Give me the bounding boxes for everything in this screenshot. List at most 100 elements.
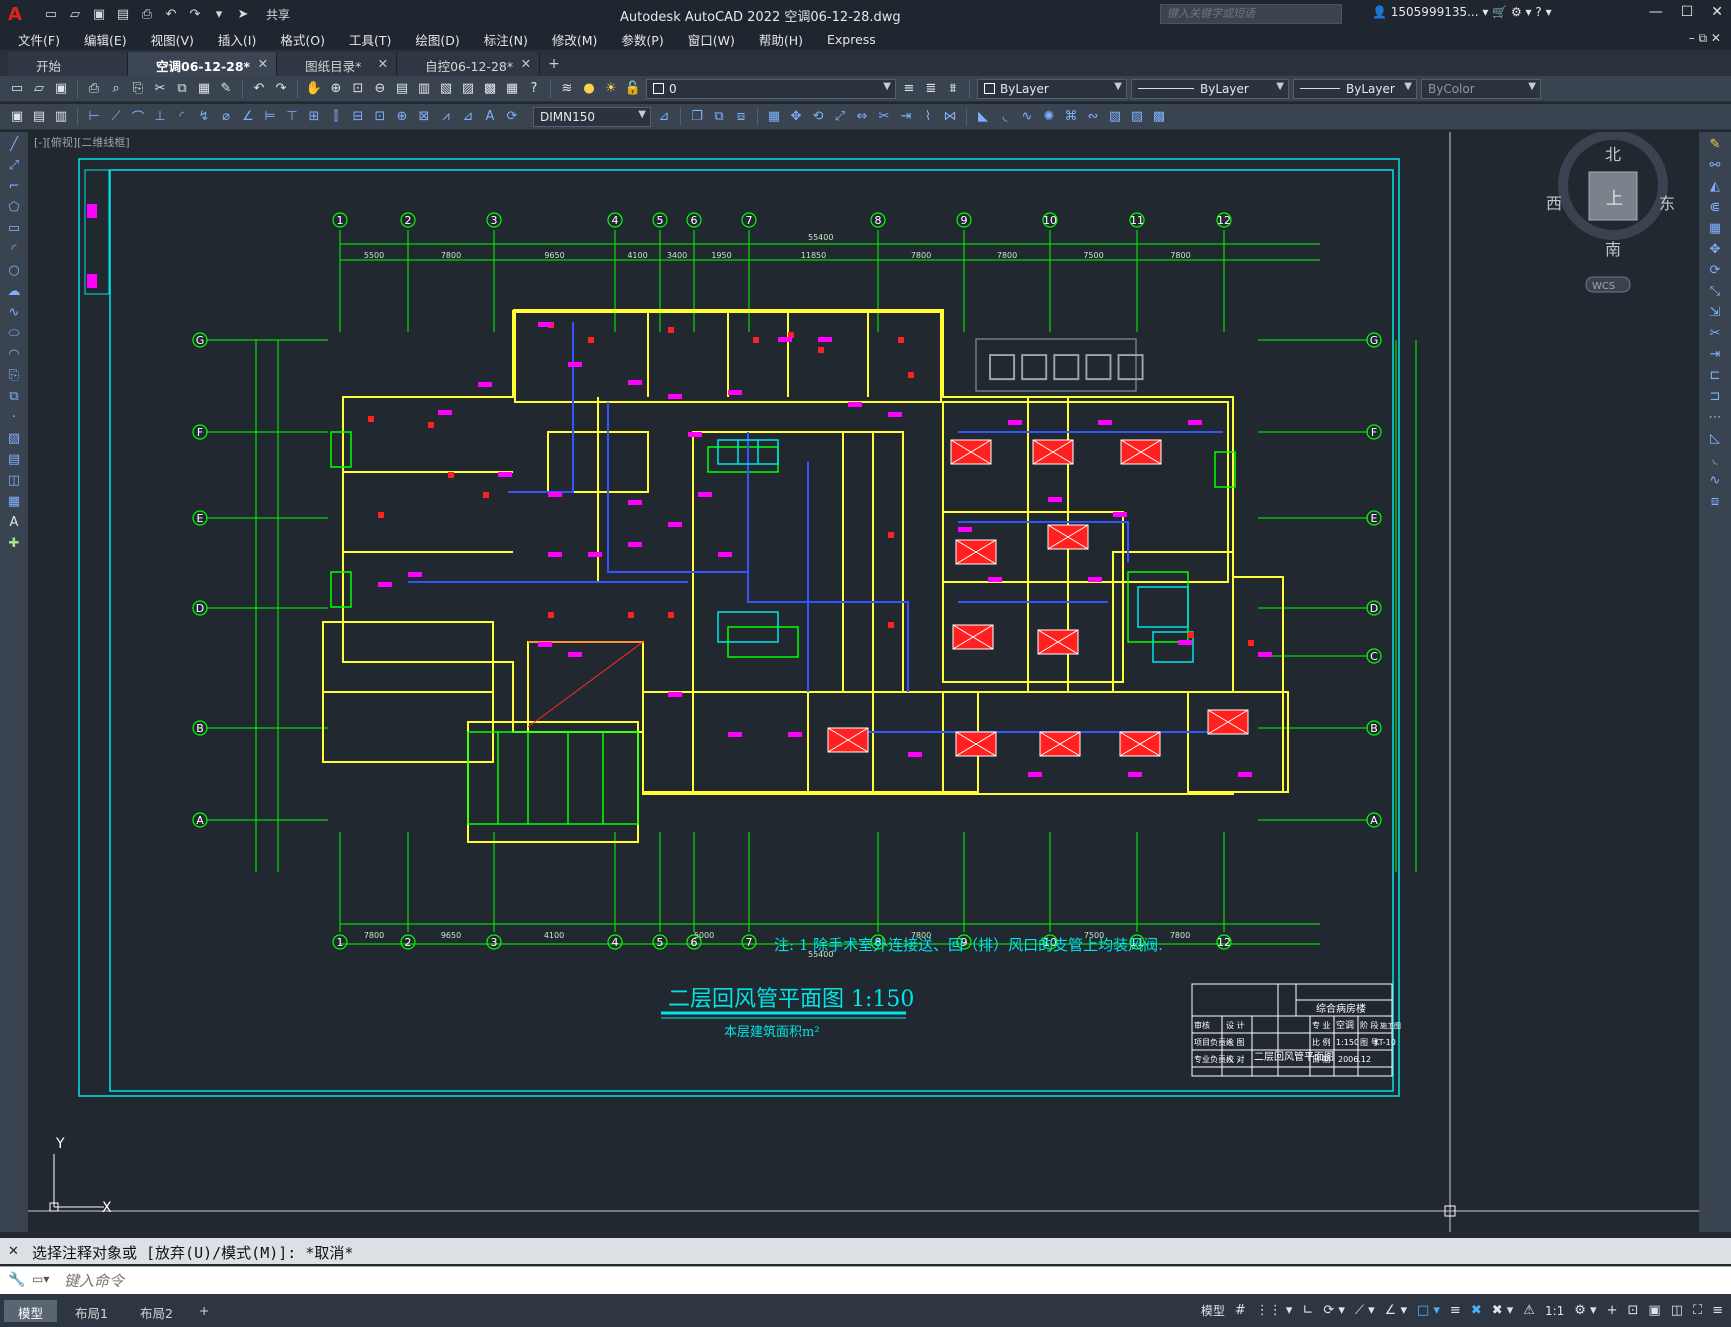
polyline-icon[interactable]: ⌐ <box>5 177 23 195</box>
break-at-point-icon[interactable]: ⊏ <box>1706 366 1724 384</box>
extend-icon[interactable]: ⇥ <box>897 108 915 126</box>
angular-dimension-icon[interactable]: ∠ <box>239 108 257 126</box>
copy-icon[interactable]: ⧉ <box>173 80 191 98</box>
dimension-text-edit-icon[interactable]: A <box>481 108 499 126</box>
zoom-previous-icon[interactable]: ⊖ <box>371 80 389 98</box>
menu-help[interactable]: 帮助(H) <box>759 30 815 49</box>
gradient-icon[interactable]: ▤ <box>5 450 23 468</box>
add-selected-icon[interactable]: ✚ <box>5 534 23 552</box>
erase-icon[interactable]: ✎ <box>1706 135 1724 153</box>
extend-object-icon[interactable]: ⇥ <box>1706 345 1724 363</box>
add-layout-button[interactable]: + <box>191 1300 217 1322</box>
paste-icon[interactable]: ▦ <box>195 80 213 98</box>
rotate-object-icon[interactable]: ⟳ <box>1706 261 1724 279</box>
mirror-object-icon[interactable]: ◭ <box>1706 177 1724 195</box>
edit-hatch-icon[interactable]: ▧ <box>1106 108 1124 126</box>
stretch-icon[interactable]: ⇔ <box>853 108 871 126</box>
model-space-button[interactable]: 模型 <box>1201 1302 1225 1319</box>
markup-icon[interactable]: ▩ <box>481 80 499 98</box>
undo-icon[interactable]: ↶ <box>250 80 268 98</box>
make-block-icon[interactable]: ⧉ <box>5 387 23 405</box>
copy-object-icon[interactable]: ⚯ <box>1706 156 1724 174</box>
blend-icon[interactable]: ∿ <box>1018 108 1036 126</box>
ortho-icon[interactable]: ∟ <box>1302 1303 1313 1318</box>
diameter-dimension-icon[interactable]: ⌀ <box>217 108 235 126</box>
workspace-dropdown-icon[interactable]: ▾ <box>210 5 228 23</box>
ellipse-icon[interactable]: ⬭ <box>5 324 23 342</box>
layer-on-icon[interactable]: ● <box>580 80 598 98</box>
ordinate-dimension-icon[interactable]: ⊥ <box>151 108 169 126</box>
new-icon[interactable]: ▭ <box>8 80 26 98</box>
annotation-scale-value[interactable]: 1:1 <box>1545 1304 1564 1318</box>
annotation-scale-icon[interactable]: ⚠ <box>1523 1303 1535 1318</box>
quick-dimension-icon[interactable]: ⊨ <box>261 108 279 126</box>
tab-drawing-index[interactable]: 图纸目录* ✕ <box>277 52 398 76</box>
save-icon[interactable]: ▣ <box>90 5 108 23</box>
redo-icon[interactable]: ↷ <box>272 80 290 98</box>
save-icon[interactable]: ▣ <box>52 80 70 98</box>
isolate-objects-icon[interactable]: ◫ <box>1671 1303 1683 1318</box>
linetype-dropdown[interactable]: ByLayer ▼ <box>1131 78 1289 99</box>
document-window-controls[interactable]: – ⧉ ✕ <box>1689 31 1721 46</box>
units-icon[interactable]: ⊡ <box>1627 1303 1638 1318</box>
draw-order-icon[interactable]: ▩ <box>1150 108 1168 126</box>
lineweight-icon[interactable]: ≡ <box>1450 1303 1461 1318</box>
dimension-space-icon[interactable]: ⫿ <box>327 108 345 126</box>
design-center-icon[interactable]: ▥ <box>415 80 433 98</box>
quick-properties-icon[interactable]: ▣ <box>1648 1303 1660 1318</box>
chamfer-icon[interactable]: ◣ <box>974 108 992 126</box>
annotation-autoscale-icon[interactable]: ✖ ▾ <box>1492 1303 1514 1318</box>
construction-line-icon[interactable]: ⤢ <box>5 156 23 174</box>
edit-array-icon[interactable]: ▨ <box>1128 108 1146 126</box>
dimstyle-dropdown[interactable]: DIMN150 ▼ <box>533 106 651 127</box>
jogged-dimension-icon[interactable]: ↯ <box>195 108 213 126</box>
break-object-icon[interactable]: ⊐ <box>1706 387 1724 405</box>
clean-screen-icon[interactable]: ⛶ <box>1693 1303 1702 1318</box>
annotation-visibility-icon[interactable]: ✖ <box>1471 1303 1482 1318</box>
close-tab-icon[interactable]: ✕ <box>378 56 388 71</box>
customization-icon[interactable]: ≡ <box>1712 1303 1723 1318</box>
open-file-icon[interactable]: ▱ <box>66 5 84 23</box>
menu-dimension[interactable]: 标注(N) <box>484 30 540 49</box>
arc-length-icon[interactable]: ⌒ <box>129 108 147 126</box>
aligned-dimension-icon[interactable]: ⟋ <box>107 108 125 126</box>
menu-tools[interactable]: 工具(T) <box>349 30 403 49</box>
share-button[interactable]: 共享 <box>266 6 290 23</box>
open-icon[interactable]: ▱ <box>30 80 48 98</box>
fillet-icon[interactable]: ◟ <box>996 108 1014 126</box>
close-tab-icon[interactable]: ✕ <box>521 56 531 71</box>
layer-lock-icon[interactable]: 🔓 <box>624 80 642 98</box>
rotate-icon[interactable]: ⟲ <box>809 108 827 126</box>
trim-object-icon[interactable]: ✂ <box>1706 324 1724 342</box>
plot-icon[interactable]: ⎙ <box>85 80 103 98</box>
point-icon[interactable]: · <box>5 408 23 426</box>
arc-icon[interactable]: ◜ <box>5 240 23 258</box>
share-icon[interactable]: ➤ <box>234 5 252 23</box>
block-tools-icon[interactable]: ▤ <box>30 108 48 126</box>
zoom-window-icon[interactable]: ⊡ <box>349 80 367 98</box>
jogged-linear-icon[interactable]: ⩘ <box>437 108 455 126</box>
array-icon[interactable]: ▦ <box>765 108 783 126</box>
group-tools-icon[interactable]: ▥ <box>52 108 70 126</box>
pan-icon[interactable]: ✋ <box>305 80 323 98</box>
menu-view[interactable]: 视图(V) <box>151 30 206 49</box>
close-command-line-icon[interactable]: ✕ <box>8 1244 19 1259</box>
publish-icon[interactable]: ⎘ <box>129 80 147 98</box>
snap-icon[interactable]: ⋮⋮ ▾ <box>1256 1303 1293 1318</box>
tolerance-icon[interactable]: ⊡ <box>371 108 389 126</box>
menu-format[interactable]: 格式(O) <box>280 30 337 49</box>
move-object-icon[interactable]: ✥ <box>1706 240 1724 258</box>
rectangle-icon[interactable]: ▭ <box>5 219 23 237</box>
close-icon[interactable]: ✕ <box>1711 4 1723 20</box>
hatch-icon[interactable]: ▨ <box>5 429 23 447</box>
sheet-set-icon[interactable]: ▨ <box>459 80 477 98</box>
insert-block-icon[interactable]: ⎘ <box>5 366 23 384</box>
layout-tab-model[interactable]: 模型 <box>4 1299 58 1322</box>
center-mark-icon[interactable]: ⊕ <box>393 108 411 126</box>
region-icon[interactable]: ◫ <box>5 471 23 489</box>
grid-icon[interactable]: # <box>1235 1303 1246 1318</box>
compass-east[interactable]: 东 <box>1659 194 1675 213</box>
stretch-object-icon[interactable]: ⇲ <box>1706 303 1724 321</box>
color-dropdown[interactable]: ByLayer ▼ <box>977 78 1127 99</box>
chamfer-object-icon[interactable]: ◺ <box>1706 429 1724 447</box>
